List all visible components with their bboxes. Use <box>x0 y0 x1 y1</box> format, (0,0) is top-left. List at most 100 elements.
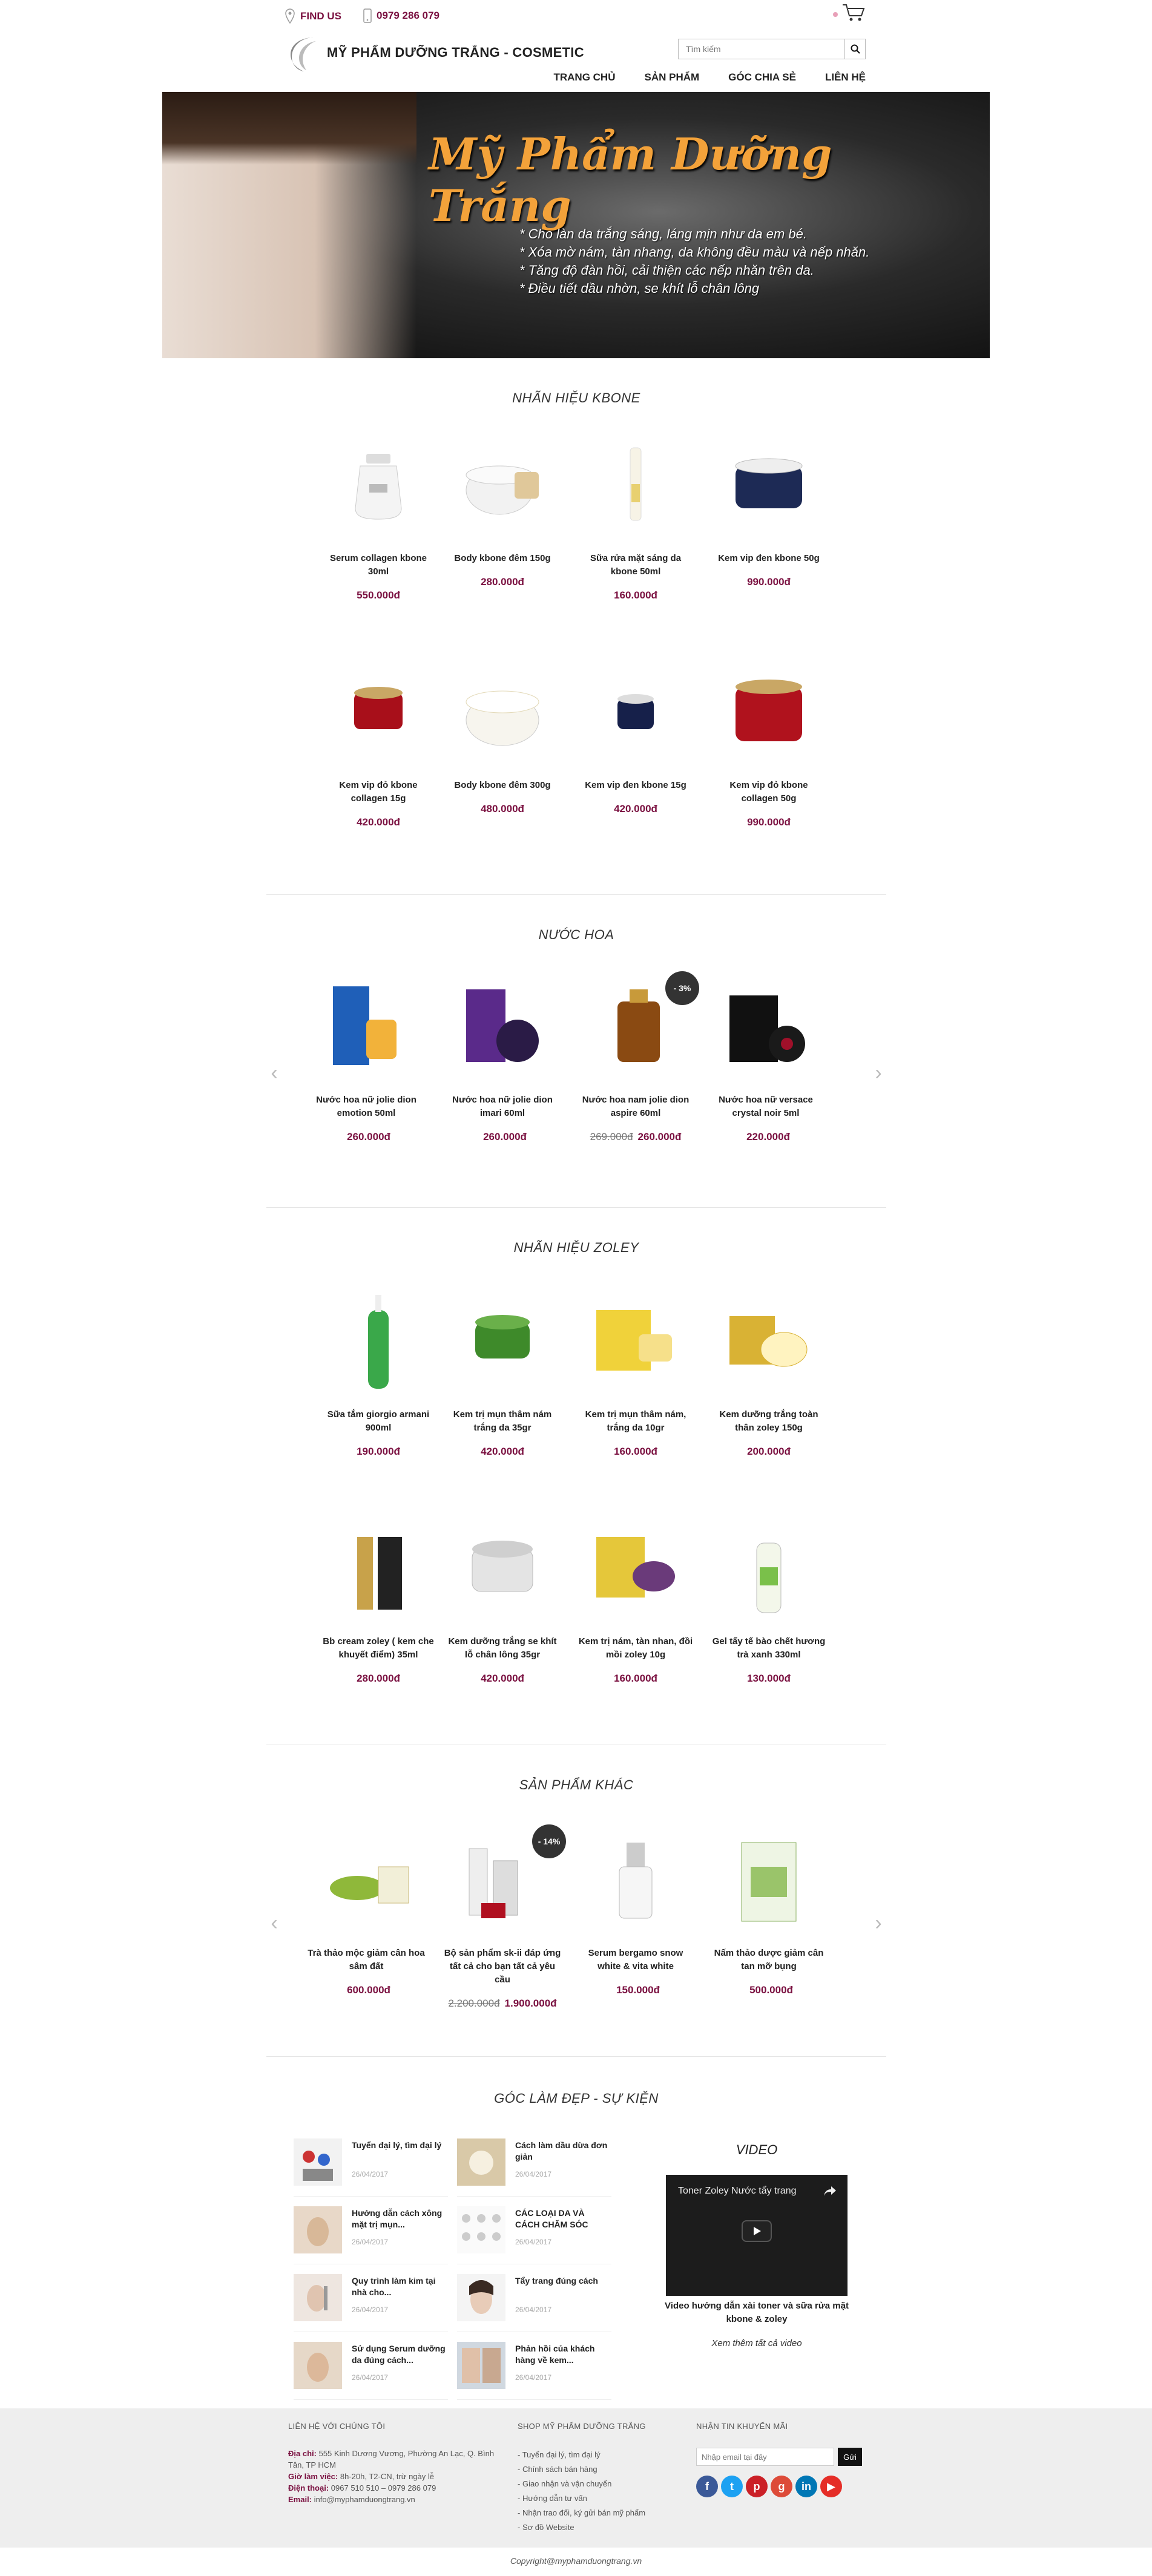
footer-email[interactable]: Email: info@myphamduongtrang.vn <box>288 2494 500 2505</box>
blog-post[interactable]: CÁC LOẠI DA VÀ CÁCH CHĂM SÓC 26/04/2017 <box>457 2204 611 2264</box>
hero-banner[interactable]: Mỹ Phẩm Dưỡng Trắng * Cho làn da trắng s… <box>162 92 990 358</box>
product-image[interactable] <box>327 1519 430 1622</box>
product-card[interactable]: Kem trị nám, tàn nhan, đồi mồi zoley 10g… <box>566 1519 705 1685</box>
post-thumbnail[interactable] <box>294 2342 342 2389</box>
product-name[interactable]: Serum bergamo snow white & vita white <box>566 1947 705 1973</box>
post-title[interactable]: Cách làm dầu dừa đơn giản <box>515 2140 609 2163</box>
product-image[interactable]: - 3% <box>584 971 699 1080</box>
product-image[interactable] <box>714 977 817 1080</box>
phone-link[interactable]: 0979 286 079 <box>363 8 439 23</box>
blog-post[interactable]: Cách làm dầu dừa đơn giản 26/04/2017 <box>457 2136 611 2197</box>
post-title[interactable]: Phản hồi của khách hàng về kem... <box>515 2343 609 2366</box>
product-image[interactable] <box>717 1519 820 1622</box>
post-title[interactable]: Hướng dẫn cách xông mặt trị mụn... <box>352 2207 446 2230</box>
product-image[interactable] <box>584 1830 687 1933</box>
product-name[interactable]: Nước hoa nữ versace crystal noir 5ml <box>696 1093 835 1120</box>
blog-post[interactable]: Hướng dẫn cách xông mặt trị mụn... 26/04… <box>294 2204 448 2264</box>
product-image[interactable] <box>584 1519 687 1622</box>
video-caption[interactable]: Video hướng dẫn xài toner và sữa rửa mặt… <box>660 2299 854 2326</box>
nav-contact[interactable]: LIÊN HỆ <box>825 71 866 84</box>
google-plus-icon[interactable]: g <box>771 2476 792 2497</box>
product-name[interactable]: Bộ sản phẩm sk-ii đáp ứng tất cả cho bạn… <box>433 1947 572 1987</box>
product-image[interactable] <box>315 1830 418 1933</box>
product-image[interactable] <box>451 436 554 539</box>
product-card[interactable]: - 14% Bộ sản phẩm sk-ii đáp ứng tất cả c… <box>433 1824 572 2010</box>
post-thumbnail[interactable] <box>294 2138 342 2186</box>
post-thumbnail[interactable] <box>457 2274 505 2321</box>
post-thumbnail[interactable] <box>294 2274 342 2321</box>
product-image[interactable] <box>451 663 554 765</box>
cart-button[interactable] <box>829 2 866 24</box>
product-card[interactable]: Kem dưỡng trắng toàn thân zoley 150g 200… <box>699 1292 838 1458</box>
newsletter-email-input[interactable] <box>696 2448 834 2466</box>
product-image[interactable] <box>451 1519 554 1622</box>
product-card[interactable]: Gel tẩy tế bào chết hương trà xanh 330ml… <box>699 1519 838 1685</box>
nav-home[interactable]: TRANG CHỦ <box>553 71 615 84</box>
product-card[interactable]: Nước hoa nữ jolie dion emotion 50ml 260.… <box>297 977 436 1143</box>
post-title[interactable]: Quy trình làm kim tại nhà cho... <box>352 2275 446 2298</box>
product-card[interactable]: Trà thảo mộc giảm cân hoa sâm đất 600.00… <box>297 1830 436 1996</box>
product-image[interactable] <box>451 1292 554 1395</box>
product-image[interactable] <box>327 663 430 765</box>
twitter-icon[interactable]: t <box>721 2476 743 2497</box>
footer-link[interactable]: - Sơ đồ Website <box>518 2520 681 2535</box>
product-card[interactable]: Nấm thảo dược giảm cân tan mỡ bụng 500.0… <box>699 1830 838 1996</box>
blog-post[interactable]: Phản hồi của khách hàng về kem... 26/04/… <box>457 2339 611 2400</box>
pinterest-icon[interactable]: p <box>746 2476 768 2497</box>
product-image[interactable] <box>584 663 687 765</box>
search-button[interactable] <box>844 39 865 59</box>
product-card[interactable]: Bb cream zoley ( kem che khuyết điểm) 35… <box>309 1519 448 1685</box>
product-card[interactable]: Kem trị mụn thâm nám trắng da 35gr 420.0… <box>433 1292 572 1458</box>
product-card[interactable]: Kem vip đỏ kbone collagen 15g 420.000đ <box>309 663 448 828</box>
post-thumbnail[interactable] <box>457 2206 505 2253</box>
product-image[interactable] <box>717 1830 820 1933</box>
blog-post[interactable]: Tẩy trang đúng cách 26/04/2017 <box>457 2272 611 2332</box>
product-card[interactable]: Body kbone đêm 300g 480.000đ <box>433 663 572 815</box>
share-icon[interactable] <box>823 2186 837 2197</box>
post-thumbnail[interactable] <box>294 2206 342 2253</box>
product-name[interactable]: Gel tẩy tế bào chết hương trà xanh 330ml <box>699 1635 838 1662</box>
product-card[interactable]: - 3% Nước hoa nam jolie dion aspire 60ml… <box>566 971 705 1143</box>
nav-products[interactable]: SẢN PHẨM <box>644 71 699 84</box>
product-name[interactable]: Serum collagen kbone 30ml <box>309 552 448 578</box>
product-card[interactable]: Kem trị mụn thâm nám, trắng da 10gr 160.… <box>566 1292 705 1458</box>
product-name[interactable]: Kem vip đỏ kbone collagen 15g <box>309 779 448 805</box>
post-title[interactable]: Sử dụng Serum dưỡng da đúng cách... <box>352 2343 446 2366</box>
youtube-icon[interactable]: ▶ <box>820 2476 842 2497</box>
post-title[interactable]: Tuyển đại lý, tìm đại lý <box>352 2140 446 2151</box>
product-card[interactable]: Nước hoa nữ jolie dion imari 60ml 260.00… <box>433 977 572 1143</box>
product-image[interactable] <box>584 436 687 539</box>
product-card[interactable]: Serum collagen kbone 30ml 550.000đ <box>309 436 448 601</box>
footer-link[interactable]: - Hướng dẫn tư vấn <box>518 2491 681 2506</box>
search-input[interactable] <box>679 39 844 59</box>
product-image[interactable] <box>327 1292 430 1395</box>
product-name[interactable]: Kem dưỡng trắng se khít lỗ chân lông 35g… <box>433 1635 572 1662</box>
product-image[interactable] <box>584 1292 687 1395</box>
product-name[interactable]: Kem vip đỏ kbone collagen 50g <box>699 779 838 805</box>
video-player[interactable]: Toner Zoley Nước tẩy trang <box>666 2175 848 2296</box>
brand-name[interactable]: MỸ PHẨM DƯỠNG TRẮNG - COSMETIC <box>327 45 584 61</box>
product-name[interactable]: Body kbone đêm 150g <box>433 552 572 565</box>
carousel-next-button[interactable]: › <box>871 1061 886 1085</box>
product-name[interactable]: Nước hoa nam jolie dion aspire 60ml <box>566 1093 705 1120</box>
more-videos-link[interactable]: Xem thêm tất cả video <box>666 2338 848 2348</box>
blog-post[interactable]: Tuyển đại lý, tìm đại lý 26/04/2017 <box>294 2136 448 2197</box>
product-card[interactable]: Sữa tắm giorgio armani 900ml 190.000đ <box>309 1292 448 1458</box>
product-image[interactable]: - 14% <box>451 1824 566 1933</box>
newsletter-submit-button[interactable]: Gửi <box>838 2448 862 2466</box>
footer-link[interactable]: - Chính sách bán hàng <box>518 2462 681 2477</box>
product-image[interactable] <box>717 663 820 765</box>
facebook-icon[interactable]: f <box>696 2476 718 2497</box>
carousel-next-button[interactable]: › <box>871 1911 886 1935</box>
footer-link[interactable]: - Tuyển đại lý, tìm đại lý <box>518 2448 681 2462</box>
product-name[interactable]: Bb cream zoley ( kem che khuyết điểm) 35… <box>309 1635 448 1662</box>
post-title[interactable]: CÁC LOẠI DA VÀ CÁCH CHĂM SÓC <box>515 2207 609 2230</box>
carousel-prev-button[interactable]: ‹ <box>266 1911 282 1935</box>
product-name[interactable]: Nước hoa nữ jolie dion emotion 50ml <box>297 1093 436 1120</box>
find-us-link[interactable]: FIND US <box>285 8 341 24</box>
product-image[interactable] <box>327 436 430 539</box>
product-card[interactable]: Kem vip đỏ kbone collagen 50g 990.000đ <box>699 663 838 828</box>
logo-icon[interactable] <box>285 34 321 73</box>
blog-post[interactable]: Sử dụng Serum dưỡng da đúng cách... 26/0… <box>294 2339 448 2400</box>
product-name[interactable]: Kem trị mụn thâm nám trắng da 35gr <box>433 1408 572 1435</box>
